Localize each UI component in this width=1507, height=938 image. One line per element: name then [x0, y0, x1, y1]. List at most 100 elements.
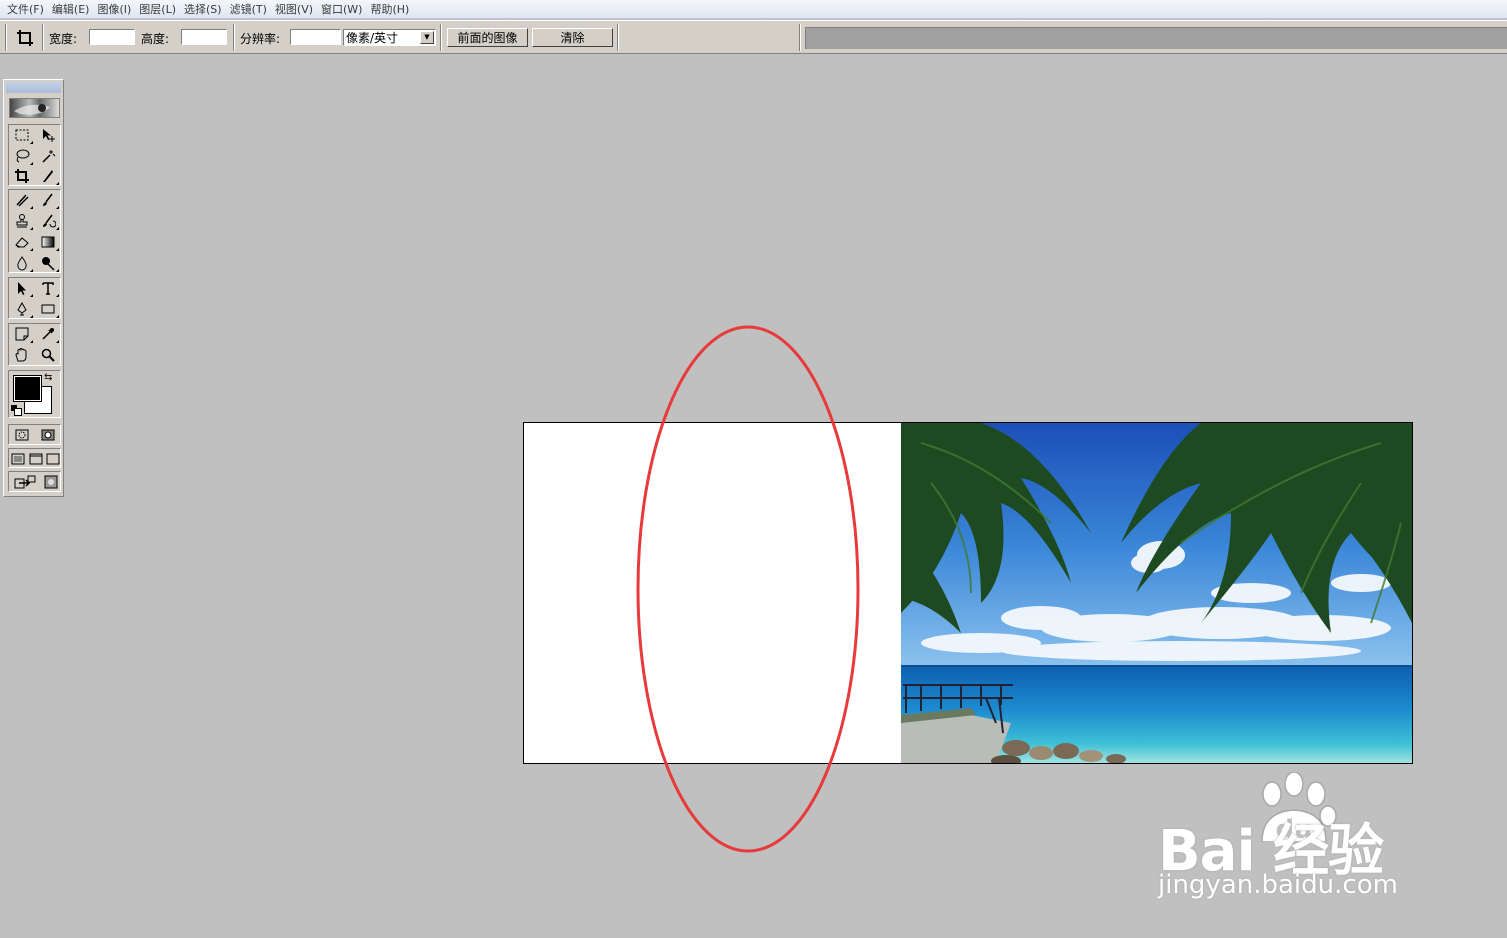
palette-well[interactable]	[805, 27, 1507, 49]
quick-mask-button[interactable]	[36, 425, 60, 445]
menu-bar: 文件(F) 编辑(E) 图像(I) 图层(L) 选择(S) 滤镜(T) 视图(V…	[0, 0, 1507, 19]
resolution-input[interactable]	[290, 29, 341, 45]
eraser-icon	[15, 237, 29, 248]
menu-layer[interactable]: 图层(L)	[136, 1, 179, 17]
clear-button[interactable]: 清除	[532, 28, 613, 47]
separator	[617, 24, 619, 51]
slice-tool[interactable]	[36, 166, 60, 186]
chevron-down-icon[interactable]: ▼	[420, 31, 434, 44]
menu-file[interactable]: 文件(F)	[4, 1, 47, 17]
eyedropper-tool[interactable]	[36, 324, 60, 344]
app-logo-button[interactable]	[9, 98, 60, 118]
clone-stamp-tool[interactable]	[10, 211, 34, 231]
move-icon	[43, 129, 55, 142]
foreground-color-swatch[interactable]	[13, 375, 42, 402]
color-swatches: ⇆	[8, 370, 61, 418]
menu-select[interactable]: 选择(S)	[181, 1, 225, 17]
gradient-icon	[41, 236, 55, 248]
type-tool[interactable]	[36, 278, 60, 298]
options-bar-grip[interactable]	[5, 24, 7, 51]
menu-image[interactable]: 图像(I)	[94, 1, 134, 17]
blur-tool[interactable]	[10, 253, 34, 273]
document-canvas[interactable]	[523, 422, 1413, 764]
empty-canvas-area[interactable]	[524, 423, 901, 763]
path-selection-tool[interactable]	[10, 278, 34, 298]
watermark-url-text: jingyan.baidu.com	[1158, 870, 1398, 900]
droplet-icon	[17, 256, 27, 271]
hand-tool[interactable]	[10, 345, 34, 365]
history-brush-tool[interactable]	[36, 211, 60, 231]
imageready-button[interactable]	[40, 472, 61, 492]
standard-mode-button[interactable]	[10, 425, 34, 445]
options-bar: 宽度: 高度: 分辨率: 像素/英寸 ▼ 前面的图像 清除	[0, 20, 1507, 54]
crop-tool[interactable]	[10, 166, 34, 186]
menu-edit[interactable]: 编辑(E)	[49, 1, 93, 17]
magnifier-icon	[41, 348, 55, 362]
lasso-tool[interactable]	[10, 146, 34, 166]
height-input[interactable]	[181, 29, 227, 45]
rectangle-shape-tool[interactable]	[36, 299, 60, 319]
standard-mode-icon	[15, 429, 29, 441]
slice-knife-icon	[43, 170, 53, 182]
resolution-unit-value: 像素/英寸	[346, 31, 399, 45]
vector-tools	[8, 277, 61, 319]
jump-to-imageready-button[interactable]	[10, 472, 40, 492]
hand-icon	[15, 348, 27, 362]
marquee-tool[interactable]	[10, 125, 34, 145]
menu-filter[interactable]: 滤镜(T)	[227, 1, 270, 17]
pen-tool[interactable]	[10, 299, 34, 319]
mask-mode-buttons	[8, 424, 61, 445]
bandage-icon	[16, 194, 29, 207]
full-screen-menu-button[interactable]	[27, 449, 44, 469]
resolution-unit-select[interactable]: 像素/英寸 ▼	[343, 29, 436, 46]
zoom-tool[interactable]	[36, 345, 60, 365]
crop-icon	[17, 30, 33, 46]
screen-mode-buttons	[8, 448, 61, 468]
crop-tool-preset-icon[interactable]	[12, 26, 38, 50]
healing-brush-tool[interactable]	[10, 190, 34, 210]
full-screen-menu-icon	[29, 453, 42, 465]
quick-mask-icon	[41, 429, 55, 441]
menu-window[interactable]: 窗口(W)	[318, 1, 365, 17]
toolbox-title-bar[interactable]	[6, 82, 61, 93]
brush-tool[interactable]	[36, 190, 60, 210]
full-screen-icon	[46, 453, 59, 465]
swap-colors-icon[interactable]: ⇆	[44, 373, 52, 383]
painting-tools	[8, 189, 61, 273]
eye-logo-icon	[14, 104, 50, 115]
gradient-tool[interactable]	[36, 232, 60, 252]
pen-nib-icon	[17, 301, 27, 316]
magic-wand-icon	[42, 150, 56, 163]
eraser-tool[interactable]	[10, 232, 34, 252]
width-input[interactable]	[89, 29, 135, 45]
height-label: 高度:	[141, 32, 170, 46]
crop-icon	[15, 169, 29, 183]
standard-screen-icon	[11, 453, 24, 465]
jump-to-buttons	[8, 471, 61, 492]
menu-view[interactable]: 视图(V)	[272, 1, 316, 17]
lasso-icon	[16, 149, 30, 163]
beach-photo[interactable]	[901, 423, 1412, 763]
resolution-label: 分辨率:	[240, 32, 281, 46]
width-label: 宽度:	[49, 32, 78, 46]
menu-help[interactable]: 帮助(H)	[367, 1, 412, 17]
toolbox: ⇆	[3, 79, 64, 497]
imageready-icon	[44, 475, 57, 489]
front-image-button[interactable]: 前面的图像	[447, 28, 528, 47]
history-brush-icon	[43, 214, 56, 228]
notes-tool[interactable]	[10, 324, 34, 344]
rect-marquee-icon	[15, 129, 29, 141]
dodge-tool[interactable]	[36, 253, 60, 273]
brush-icon	[43, 193, 53, 206]
separator	[799, 24, 801, 51]
standard-screen-button[interactable]	[9, 449, 26, 469]
note-icon	[15, 327, 29, 341]
magic-wand-tool[interactable]	[36, 146, 60, 166]
move-tool[interactable]	[36, 125, 60, 145]
full-screen-button[interactable]	[44, 449, 61, 469]
eyedropper-icon	[42, 328, 54, 340]
arrow-pointer-icon	[18, 282, 26, 295]
separator	[440, 24, 442, 51]
stamp-icon	[16, 214, 28, 228]
default-colors-icon[interactable]	[11, 405, 22, 416]
